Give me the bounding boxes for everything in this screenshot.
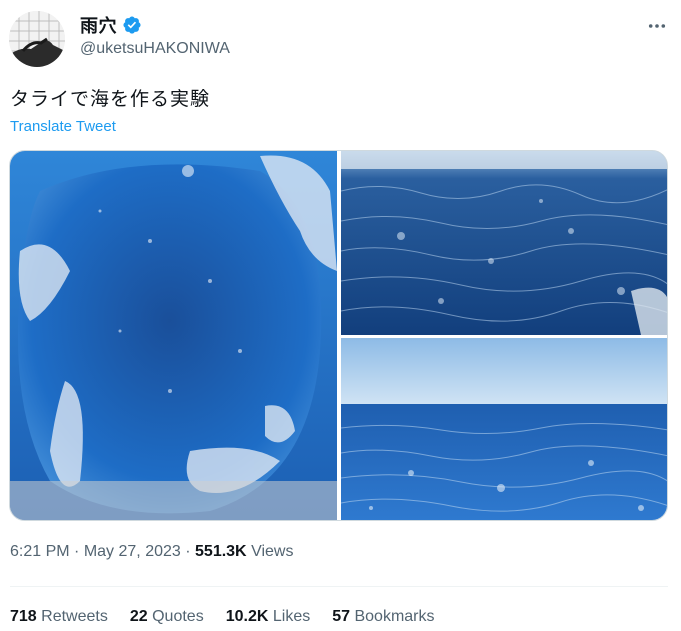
media-grid xyxy=(9,150,668,521)
views-count: 551.3K xyxy=(195,543,247,560)
avatar-icon xyxy=(9,11,65,67)
retweets-count: 718 xyxy=(10,608,37,625)
quotes-stat[interactable]: 22 Quotes xyxy=(130,608,204,626)
tweet-time[interactable]: 6:21 PM xyxy=(10,543,70,560)
divider xyxy=(10,586,668,587)
author-name-row[interactable]: 雨穴 xyxy=(80,14,142,36)
tweet-date[interactable]: May 27, 2023 xyxy=(84,543,181,560)
meta-separator: · xyxy=(185,543,191,560)
bookmarks-label: Bookmarks xyxy=(354,608,435,625)
likes-count: 10.2K xyxy=(225,608,269,625)
likes-label: Likes xyxy=(272,608,311,625)
translate-tweet-link[interactable]: Translate Tweet xyxy=(10,118,116,135)
meta-separator: · xyxy=(74,543,80,560)
verified-badge-icon xyxy=(122,15,142,35)
tweet-meta: 6:21 PM · May 27, 2023 · 551.3K Views xyxy=(10,543,293,561)
quotes-label: Quotes xyxy=(152,608,204,625)
avatar[interactable] xyxy=(9,11,65,67)
more-dots-icon xyxy=(648,24,666,28)
more-options-button[interactable] xyxy=(643,12,671,40)
photo-icon xyxy=(341,338,667,520)
bookmarks-count: 57 xyxy=(332,608,351,625)
tweet-text: タライで海を作る実験 xyxy=(10,89,211,110)
retweets-stat[interactable]: 718 Retweets xyxy=(10,608,108,626)
retweets-label: Retweets xyxy=(41,608,108,625)
photo-3[interactable] xyxy=(341,338,667,520)
photo-icon xyxy=(341,151,667,335)
photo-1[interactable] xyxy=(10,151,337,520)
author-display-name[interactable]: 雨穴 xyxy=(80,12,117,38)
engagement-stats: 718 Retweets 22 Quotes 10.2K Likes 57 Bo… xyxy=(10,608,457,626)
photo-icon xyxy=(10,151,337,520)
photo-2[interactable] xyxy=(341,151,667,335)
bookmarks-stat[interactable]: 57 Bookmarks xyxy=(332,608,434,626)
author-handle[interactable]: @uketsuHAKONIWA xyxy=(80,40,230,58)
quotes-count: 22 xyxy=(129,608,148,625)
likes-stat[interactable]: 10.2K Likes xyxy=(226,608,311,626)
views-label: Views xyxy=(251,543,294,560)
